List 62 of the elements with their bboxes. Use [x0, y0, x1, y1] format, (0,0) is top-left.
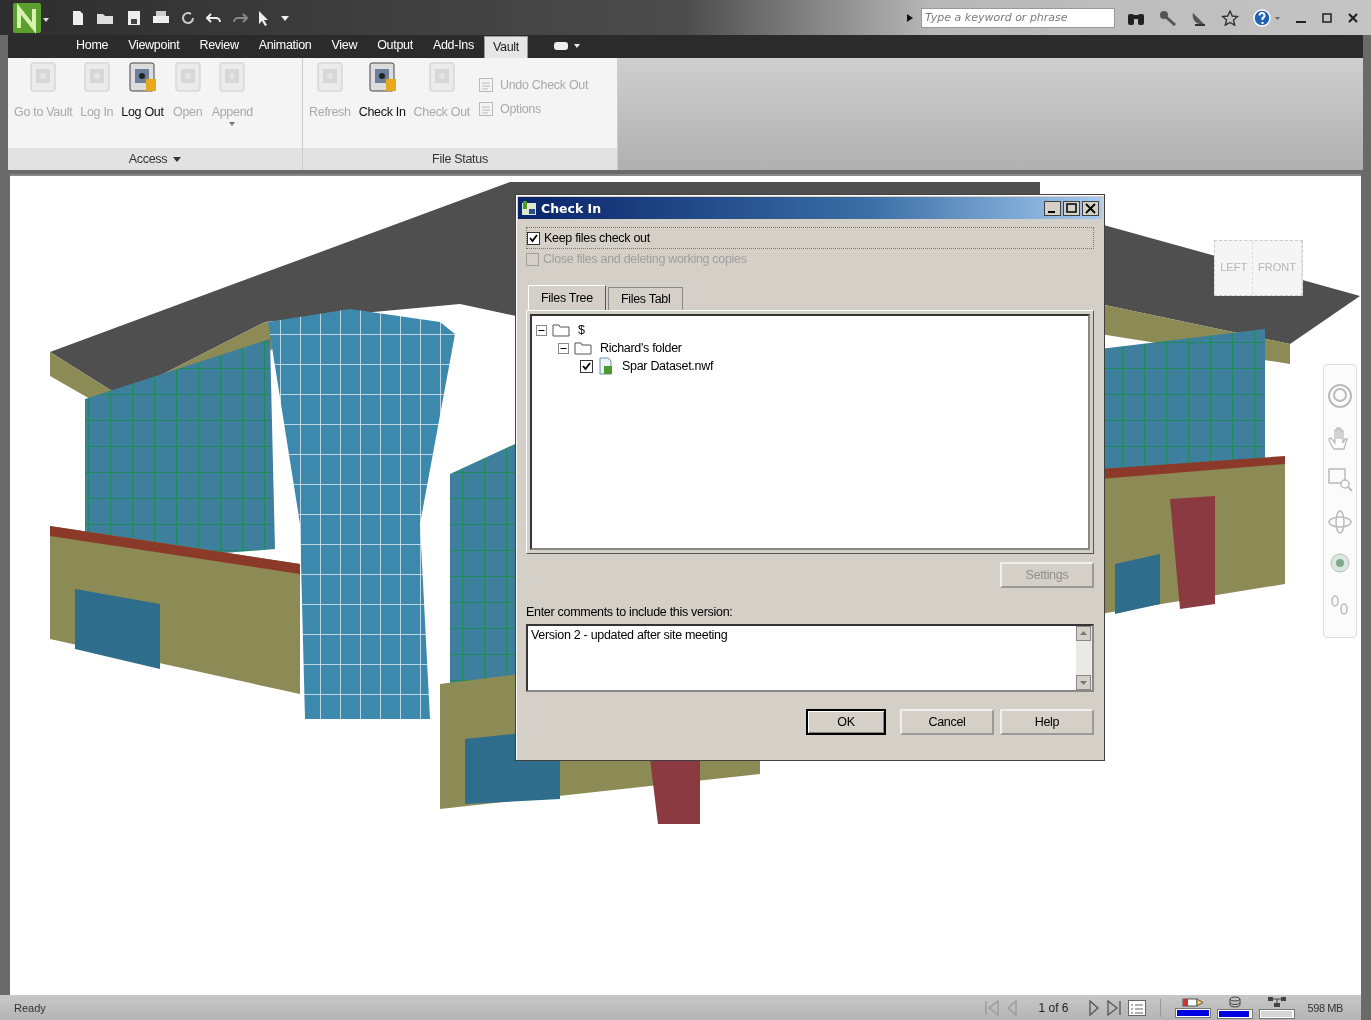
file-icon: [598, 357, 614, 375]
vault-door-icon: [366, 61, 399, 95]
dialog-button[interactable]: OK: [806, 709, 886, 735]
status-text: Ready: [14, 1001, 46, 1014]
dropdown-arrow-icon: [229, 122, 236, 126]
dialog-button[interactable]: Cancel: [900, 709, 994, 735]
ribbon-button[interactable]: Log Out: [117, 61, 168, 139]
ribbon-tab[interactable]: View: [321, 36, 368, 58]
maximize-icon[interactable]: [1063, 200, 1080, 216]
next-page-icon[interactable]: [1088, 998, 1101, 1017]
key-icon[interactable]: [1159, 9, 1177, 26]
tree-item[interactable]: Spar Dataset.nwf: [622, 359, 714, 373]
star-icon[interactable]: [1221, 9, 1239, 26]
list-icon[interactable]: [1128, 999, 1147, 1016]
ribbon-tab[interactable]: Viewpoint: [118, 36, 190, 58]
ribbon-tab[interactable]: Animation: [248, 36, 322, 58]
maximize-icon[interactable]: [1321, 11, 1333, 24]
vault-app-icon: [521, 200, 537, 216]
ribbon-tab[interactable]: Review: [189, 36, 249, 58]
vault-door-icon: [126, 61, 159, 95]
dialog-tab[interactable]: Files Tabl: [607, 287, 684, 310]
collapse-icon[interactable]: [536, 324, 547, 336]
checkbox-option[interactable]: Keep files check out: [526, 227, 1094, 249]
tree-item[interactable]: Richard's folder: [600, 341, 682, 355]
save-icon[interactable]: [126, 9, 142, 26]
minimize-icon[interactable]: [1044, 200, 1061, 216]
checkbox[interactable]: [580, 359, 593, 373]
close-icon[interactable]: [1347, 11, 1359, 24]
ribbon-button[interactable]: Check In: [354, 61, 410, 139]
list-icon: [477, 77, 494, 93]
network-icon: [1267, 996, 1288, 1008]
ribbon-tab[interactable]: Vault: [483, 36, 528, 58]
new-file-icon[interactable]: [70, 9, 86, 26]
folder-icon: [574, 341, 592, 355]
database-icon: [1229, 996, 1242, 1008]
collapse-icon[interactable]: [558, 342, 569, 354]
ribbon-tab[interactable]: Output: [367, 36, 423, 58]
search-field[interactable]: Type a keyword or phrase: [921, 7, 1115, 28]
help-icon[interactable]: [1253, 8, 1281, 27]
tree-item[interactable]: $: [578, 323, 585, 337]
page-indicator: 1 of 6: [1038, 1000, 1069, 1015]
print-icon[interactable]: [152, 9, 170, 26]
refresh-icon[interactable]: [180, 9, 196, 26]
close-icon[interactable]: [1082, 200, 1099, 216]
ribbon-tab[interactable]: Add-Ins: [422, 36, 484, 58]
checkbox[interactable]: [527, 231, 540, 245]
comments-label: Enter comments to include this version:: [526, 605, 734, 619]
pointer-icon[interactable]: [258, 9, 270, 26]
dialog-title: Check In: [541, 200, 602, 216]
panel-title[interactable]: Access: [8, 148, 302, 170]
memory-usage: 598 MB: [1307, 1001, 1343, 1014]
panel-title[interactable]: File Status: [303, 148, 617, 170]
ribbon-tab[interactable]: Home: [66, 36, 119, 58]
dropdown-arrow-icon: [173, 156, 182, 162]
list-icon: [477, 101, 494, 117]
folder-icon: [552, 323, 570, 337]
dialog-tab[interactable]: Files Tree: [528, 285, 606, 310]
last-page-icon[interactable]: [1106, 998, 1123, 1017]
expand-arrow-icon[interactable]: [907, 13, 913, 22]
panel-toggle-icon[interactable]: [554, 41, 580, 51]
3d-viewport[interactable]: [10, 174, 1361, 995]
dialog-button[interactable]: Help: [1000, 709, 1094, 735]
